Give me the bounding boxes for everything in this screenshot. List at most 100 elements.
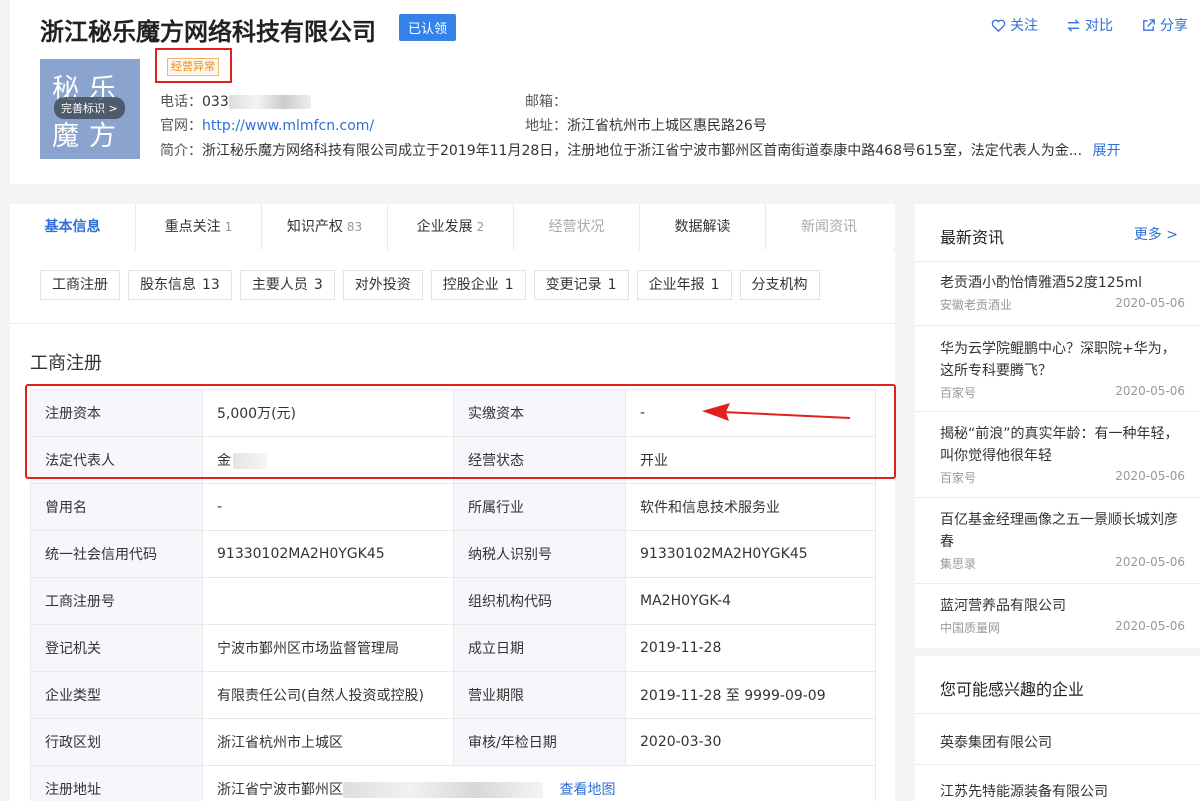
subtab-holdings[interactable]: 控股企业 1 [430, 270, 526, 300]
subtab-change-log[interactable]: 变更记录 1 [533, 270, 629, 300]
field-value: 宁波市鄞州区市场监督管理局 [202, 624, 454, 672]
latest-news-panel: 最新资讯 更多 > 老贡酒小酌怡情雅酒52度125ml 安徽老贡酒业 2020-0… [915, 204, 1200, 648]
intro-line: 简介：浙江秘乐魔方网络科技有限公司成立于2019年11月28日，注册地位于浙江省… [160, 140, 1121, 160]
news-title[interactable]: 蓝河营养品有限公司 [940, 595, 1185, 617]
name-blur [233, 453, 267, 469]
tab-basic-info[interactable]: 基本信息 [10, 204, 136, 250]
list-item[interactable]: 华为云学院鲲鹏中心？深职院+华为，这所专科要腾飞？ 百家号 2020-05-06 [940, 338, 1185, 401]
company-logo[interactable]: 秘乐 完善标识 > 魔方 [40, 59, 140, 159]
expand-link[interactable]: 展开 [1093, 143, 1121, 159]
news-more-link[interactable]: 更多 > [1134, 224, 1178, 244]
field-label: 注册资本 [30, 389, 203, 437]
address-value: 浙江省杭州市上城区惠民路26号 [567, 118, 767, 134]
registration-table: 注册资本 5,000万(元) 实缴资本 - 法定代表人 金 经营状态 开业 曾用… [30, 389, 876, 801]
phone-value: 033 [202, 94, 229, 110]
news-source: 中国质量网 [940, 621, 1001, 635]
subtab-investments[interactable]: 对外投资 [342, 270, 423, 300]
news-title[interactable]: 华为云学院鲲鹏中心？深职院+华为，这所专科要腾飞？ [940, 338, 1185, 382]
swap-icon [1067, 18, 1080, 32]
divider [915, 764, 1200, 765]
compare-button[interactable]: 对比 [1066, 15, 1113, 35]
news-panel-title: 最新资讯 [940, 228, 1005, 247]
operation-status-badge[interactable]: 经营异常 [167, 58, 219, 76]
tab-key-focus[interactable]: 重点关注 1 [136, 204, 262, 250]
section-title: 工商注册 [30, 353, 102, 374]
subtab-branches[interactable]: 分支机构 [739, 270, 820, 300]
list-item[interactable]: 老贡酒小酌怡情雅酒52度125ml 安徽老贡酒业 2020-05-06 [940, 272, 1185, 313]
website-label: 官网： [160, 118, 202, 134]
field-label: 成立日期 [453, 624, 626, 672]
news-date: 2020-05-06 [1115, 619, 1185, 633]
tab-ip[interactable]: 知识产权 83 [262, 204, 388, 250]
field-value: 91330102MA2H0YGK45 [625, 530, 876, 578]
intro-value: 浙江秘乐魔方网络科技有限公司成立于2019年11月28日，注册地位于浙江省宁波市… [202, 143, 1083, 159]
table-row: 法定代表人 金 经营状态 开业 [30, 436, 876, 484]
tab-count: 2 [476, 220, 485, 234]
news-title[interactable]: 百亿基金经理画像之五一景顺长城刘彦春 [940, 509, 1185, 553]
table-row: 工商注册号 组织机构代码 MA2H0YGK-4 [30, 577, 876, 625]
table-row: 企业类型 有限责任公司(自然人投资或控股) 营业期限 2019-11-28 至 … [30, 671, 876, 719]
list-item[interactable]: 揭秘“前浪”的真实年龄：有一种年轻，叫你觉得他很年轻 百家号 2020-05-06 [940, 423, 1185, 486]
website-link[interactable]: http://www.mlmfcn.com/ [202, 118, 374, 134]
field-label: 所属行业 [453, 483, 626, 531]
share-icon [1143, 18, 1155, 31]
address-blur [343, 782, 543, 798]
recommended-company[interactable]: 英泰集团有限公司 [940, 732, 1052, 752]
field-label: 统一社会信用代码 [30, 530, 203, 578]
divider [915, 261, 1200, 262]
address-label: 地址： [525, 118, 567, 134]
field-label: 曾用名 [30, 483, 203, 531]
news-title[interactable]: 老贡酒小酌怡情雅酒52度125ml [940, 272, 1185, 294]
subtab-key-people[interactable]: 主要人员 3 [239, 270, 335, 300]
recommended-company[interactable]: 江苏先特能源装备有限公司 [940, 781, 1108, 801]
field-label: 营业期限 [453, 671, 626, 719]
subtab-shareholders[interactable]: 股东信息 13 [128, 270, 232, 300]
status-annotation-box: 经营异常 [155, 48, 232, 83]
field-value: 开业 [625, 436, 876, 484]
registered-address-cell: 浙江省宁波市鄞州区 查看地图 [202, 765, 876, 801]
tab-news[interactable]: 新闻资讯 [766, 204, 892, 250]
claimed-badge[interactable]: 已认领 [399, 14, 457, 41]
news-date: 2020-05-06 [1115, 555, 1185, 569]
main-tabs: 基本信息 重点关注 1 知识产权 83 企业发展 2 经营状况 数据解读 新闻资讯 [10, 204, 895, 250]
field-label: 企业类型 [30, 671, 203, 719]
follow-button[interactable]: 关注 [991, 15, 1038, 35]
email-label: 邮箱： [525, 94, 567, 110]
compare-label: 对比 [1085, 18, 1113, 34]
email-line: 邮箱： [525, 91, 567, 111]
tab-data-insight[interactable]: 数据解读 [640, 204, 766, 250]
subtab-annual-report[interactable]: 企业年报 1 [636, 270, 732, 300]
field-value: 2020-03-30 [625, 718, 876, 766]
field-value: 5,000万(元) [202, 389, 454, 437]
legal-rep-cell: 金 [202, 436, 454, 484]
tab-development[interactable]: 企业发展 2 [388, 204, 514, 250]
news-date: 2020-05-06 [1115, 384, 1185, 398]
subtab-registration[interactable]: 工商注册 [40, 270, 120, 300]
phone-label: 电话： [160, 94, 202, 110]
share-button[interactable]: 分享 [1141, 15, 1188, 35]
news-title[interactable]: 揭秘“前浪”的真实年龄：有一种年轻，叫你觉得他很年轻 [940, 423, 1185, 467]
field-value: - [202, 483, 454, 531]
field-value: 91330102MA2H0YGK45 [202, 530, 454, 578]
heart-icon [991, 19, 1006, 32]
field-label: 组织机构代码 [453, 577, 626, 625]
table-row: 统一社会信用代码 91330102MA2H0YGK45 纳税人识别号 91330… [30, 530, 876, 578]
follow-label: 关注 [1010, 18, 1038, 34]
field-label: 审核/年检日期 [453, 718, 626, 766]
legal-rep-name[interactable]: 金 [217, 453, 231, 469]
list-item[interactable]: 蓝河营养品有限公司 中国质量网 2020-05-06 [940, 595, 1185, 636]
divider [915, 713, 1200, 714]
logo-text-bottom: 魔方 [52, 121, 126, 152]
registered-address-value: 浙江省宁波市鄞州区 [217, 782, 343, 798]
list-item[interactable]: 百亿基金经理画像之五一景顺长城刘彦春 集思录 2020-05-06 [940, 509, 1185, 572]
news-date: 2020-05-06 [1115, 469, 1185, 483]
recommend-panel-title: 您可能感兴趣的企业 [940, 680, 1085, 699]
field-label: 行政区划 [30, 718, 203, 766]
field-label: 法定代表人 [30, 436, 203, 484]
news-source: 百家号 [940, 386, 977, 400]
field-label: 注册地址 [30, 765, 203, 801]
annotation-arrow [702, 403, 851, 421]
table-row: 曾用名 - 所属行业 软件和信息技术服务业 [30, 483, 876, 531]
tab-operations[interactable]: 经营状况 [514, 204, 640, 250]
view-map-link[interactable]: 查看地图 [559, 782, 615, 798]
